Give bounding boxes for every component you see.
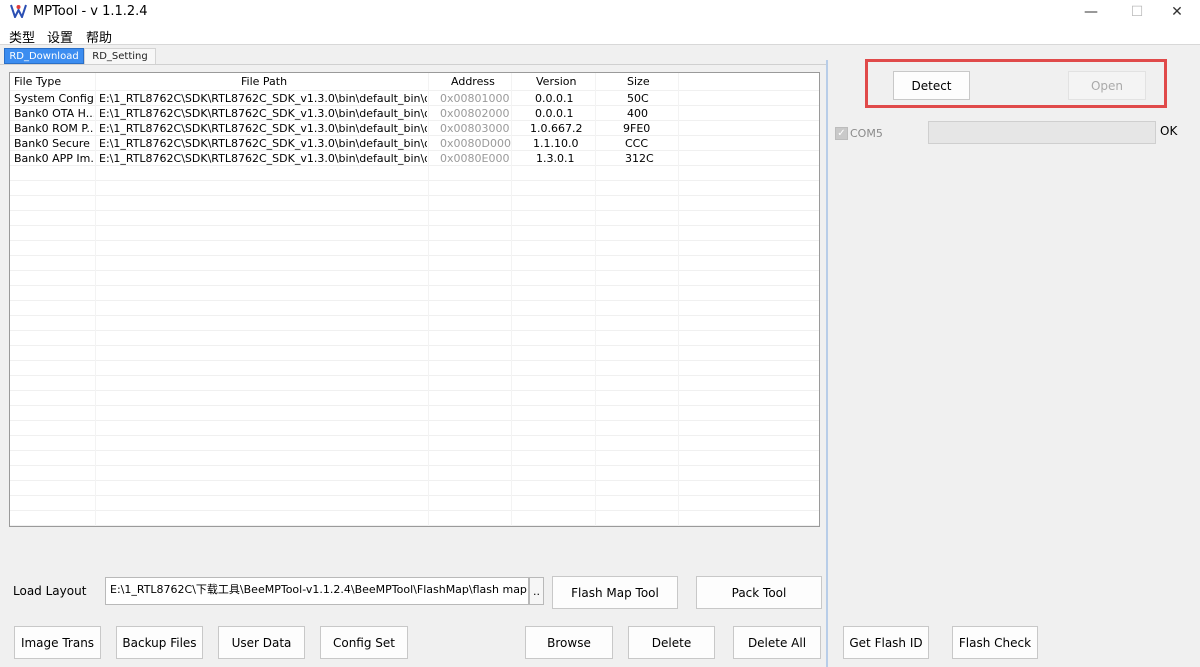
browse-layout-button[interactable]: ..	[529, 577, 544, 605]
header-version[interactable]: Version	[536, 75, 576, 88]
cell-size: 9FE0	[623, 122, 651, 135]
grid-row-line	[10, 180, 819, 181]
cell-file-type: System Config...	[14, 92, 94, 105]
cell-version: 0.0.0.1	[535, 92, 574, 105]
menu-settings[interactable]: 设置	[47, 27, 73, 46]
cell-version: 1.3.0.1	[536, 152, 575, 165]
cell-version: 1.0.667.2	[530, 122, 583, 135]
grid-row-line	[10, 360, 819, 361]
cell-size: 50C	[627, 92, 649, 105]
grid-row-line	[10, 315, 819, 316]
com-status-text: OK	[1160, 124, 1178, 138]
cell-size: 400	[627, 107, 648, 120]
grid-row-line	[10, 465, 819, 466]
header-address[interactable]: Address	[451, 75, 495, 88]
grid-row-line	[10, 525, 819, 526]
image-trans-button[interactable]: Image Trans	[14, 626, 101, 659]
cell-version: 0.0.0.1	[535, 107, 574, 120]
table-row[interactable]: System Config... E:\1_RTL8762C\SDK\RTL87…	[10, 91, 819, 106]
header-size[interactable]: Size	[627, 75, 650, 88]
cell-file-path: E:\1_RTL8762C\SDK\RTL8762C_SDK_v1.3.0\bi…	[99, 122, 427, 135]
grid-row-line	[10, 495, 819, 496]
cell-file-path: E:\1_RTL8762C\SDK\RTL8762C_SDK_v1.3.0\bi…	[99, 137, 427, 150]
grid-row-line	[10, 240, 819, 241]
device-panel	[828, 64, 1200, 667]
delete-all-button[interactable]: Delete All	[733, 626, 821, 659]
cell-address: 0x0080E000	[440, 152, 510, 165]
cell-address: 0x00803000	[440, 122, 510, 135]
check-icon: ✓	[837, 128, 846, 139]
cell-file-type: Bank0 Secure ...	[14, 137, 94, 150]
grid-row-line	[10, 195, 819, 196]
app-logo-icon	[10, 4, 27, 18]
cell-size: CCC	[625, 137, 649, 150]
tab-rd-setting[interactable]: RD_Setting	[84, 48, 156, 64]
com-progress-bar	[928, 121, 1156, 144]
grid-row-line	[10, 285, 819, 286]
pack-tool-button[interactable]: Pack Tool	[696, 576, 822, 609]
grid-row-line	[10, 345, 819, 346]
header-file-path[interactable]: File Path	[241, 75, 287, 88]
close-icon: ✕	[1171, 4, 1183, 20]
table-row[interactable]: Bank0 Secure ... E:\1_RTL8762C\SDK\RTL87…	[10, 136, 819, 151]
grid-row-line	[10, 330, 819, 331]
grid-row-line	[10, 450, 819, 451]
cell-file-type: Bank0 APP Im...	[14, 152, 94, 165]
get-flash-id-button[interactable]: Get Flash ID	[843, 626, 929, 659]
grid-row-line	[10, 270, 819, 271]
config-set-button[interactable]: Config Set	[320, 626, 408, 659]
menu-type[interactable]: 类型	[9, 27, 35, 46]
cell-file-path: E:\1_RTL8762C\SDK\RTL8762C_SDK_v1.3.0\bi…	[99, 107, 427, 120]
detect-button[interactable]: Detect	[893, 71, 970, 100]
browse-button[interactable]: Browse	[525, 626, 613, 659]
user-data-button[interactable]: User Data	[218, 626, 305, 659]
grid-row-line	[10, 435, 819, 436]
layout-path-field[interactable]: E:\1_RTL8762C\下载工具\BeeMPTool-v1.1.2.4\Be…	[105, 577, 529, 605]
table-row[interactable]: Bank0 APP Im... E:\1_RTL8762C\SDK\RTL876…	[10, 151, 819, 166]
grid-row-line	[10, 375, 819, 376]
flash-check-button[interactable]: Flash Check	[952, 626, 1038, 659]
table-row[interactable]: Bank0 ROM P... E:\1_RTL8762C\SDK\RTL8762…	[10, 121, 819, 136]
flash-map-tool-button[interactable]: Flash Map Tool	[552, 576, 678, 609]
minimize-button[interactable]: —	[1068, 0, 1114, 24]
cell-address: 0x00802000	[440, 107, 510, 120]
menu-help[interactable]: 帮助	[86, 27, 112, 46]
window-title: MPTool - v 1.1.2.4	[33, 4, 148, 19]
grid-row-line	[10, 405, 819, 406]
grid-row-line	[10, 210, 819, 211]
load-layout-label: Load Layout	[13, 584, 87, 598]
cell-address: 0x00801000	[440, 92, 510, 105]
cell-file-type: Bank0 ROM P...	[14, 122, 94, 135]
delete-button[interactable]: Delete	[628, 626, 715, 659]
com-port-label: COM5	[850, 127, 883, 140]
grid-row-line	[10, 225, 819, 226]
cell-file-type: Bank0 OTA H...	[14, 107, 94, 120]
com-port-checkbox[interactable]: ✓	[835, 127, 848, 140]
tab-rd-download[interactable]: RD_Download	[4, 48, 84, 64]
grid-row-line	[10, 510, 819, 511]
close-button[interactable]: ✕	[1154, 0, 1200, 24]
grid-row-line	[10, 420, 819, 421]
open-button[interactable]: Open	[1068, 71, 1146, 100]
file-table[interactable]: File Type File Path Address Version Size…	[9, 72, 820, 527]
backup-files-button[interactable]: Backup Files	[116, 626, 203, 659]
cell-size: 312C	[625, 152, 654, 165]
cell-version: 1.1.10.0	[533, 137, 579, 150]
cell-file-path: E:\1_RTL8762C\SDK\RTL8762C_SDK_v1.3.0\bi…	[99, 152, 427, 165]
table-row[interactable]: Bank0 OTA H... E:\1_RTL8762C\SDK\RTL8762…	[10, 106, 819, 121]
grid-row-line	[10, 255, 819, 256]
cell-address: 0x0080D000	[440, 137, 511, 150]
cell-file-path: E:\1_RTL8762C\SDK\RTL8762C_SDK_v1.3.0\bi…	[99, 92, 427, 105]
grid-row-line	[10, 300, 819, 301]
maximize-icon: ☐	[1130, 4, 1144, 20]
minimize-icon: —	[1084, 4, 1098, 20]
grid-row-line	[10, 480, 819, 481]
title-bar: MPTool - v 1.1.2.4 — ☐ ✕	[0, 0, 1200, 24]
menu-bar: 类型 设置 帮助	[0, 24, 1200, 46]
header-file-type[interactable]: File Type	[14, 75, 61, 88]
grid-row-line	[10, 390, 819, 391]
table-header: File Type File Path Address Version Size	[10, 73, 819, 89]
